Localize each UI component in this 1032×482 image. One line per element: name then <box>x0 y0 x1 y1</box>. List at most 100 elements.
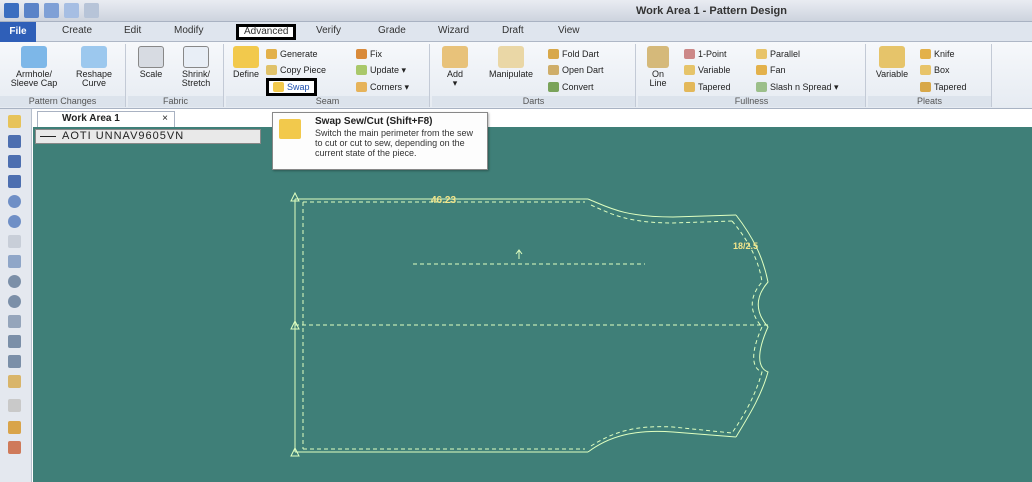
marker-icon[interactable] <box>8 421 21 434</box>
print-icon[interactable] <box>84 3 99 18</box>
pleats-variable-button[interactable]: Variable <box>872 46 912 79</box>
tab-modify[interactable]: Modify <box>174 25 203 36</box>
generate-label: Generate <box>280 49 318 59</box>
group-pattern-changes: Armhole/ Sleeve Cap Reshape Curve Patter… <box>0 44 126 107</box>
slash-spread-icon <box>756 82 767 92</box>
fan-button[interactable]: Fan <box>756 64 786 76</box>
save-icon[interactable] <box>24 3 39 18</box>
fullness-variable-button[interactable]: Variable <box>684 64 730 76</box>
open-dart-button[interactable]: Open Dart <box>548 64 604 76</box>
manipulate-button[interactable]: Manipulate <box>478 46 544 79</box>
app-icon[interactable] <box>4 3 19 18</box>
open-dart-icon <box>548 65 559 75</box>
armhole-sleeve-cap-button[interactable]: Armhole/ Sleeve Cap <box>6 46 62 88</box>
copy-piece-button[interactable]: Copy Piece <box>266 64 326 76</box>
zoom-all-icon[interactable] <box>8 355 21 368</box>
box-button[interactable]: Box <box>920 64 950 76</box>
pleats-tapered-button[interactable]: Tapered <box>920 81 967 93</box>
piece-icon[interactable] <box>8 375 21 388</box>
parallel-button[interactable]: Parallel <box>756 48 800 60</box>
fold-dart-button[interactable]: Fold Dart <box>548 48 599 60</box>
reshape-curve-button[interactable]: Reshape Curve <box>66 46 122 88</box>
update-icon <box>356 65 367 75</box>
work-area-tab[interactable]: Work Area 1 × <box>37 111 175 127</box>
knife-label: Knife <box>934 49 955 59</box>
redo-icon[interactable] <box>8 215 21 228</box>
close-icon[interactable]: × <box>162 112 168 126</box>
knife-button[interactable]: Knife <box>920 48 955 60</box>
width-measure-label: 46.23 <box>431 195 456 206</box>
title-bar: Work Area 1 - Pattern Design <box>0 0 1032 22</box>
zoom-in-icon[interactable] <box>8 275 21 288</box>
convert-button[interactable]: Convert <box>548 81 594 93</box>
zoom-window-icon[interactable] <box>8 315 21 328</box>
box-icon <box>920 65 931 75</box>
group-label: Darts <box>432 96 635 107</box>
on-line-label: On Line <box>649 69 667 88</box>
define-button[interactable]: Define <box>230 46 262 79</box>
open-icon[interactable] <box>8 115 21 128</box>
one-point-label: 1-Point <box>698 49 727 59</box>
tab-wizard[interactable]: Wizard <box>438 25 469 36</box>
print-icon[interactable] <box>8 235 21 248</box>
undo-icon[interactable] <box>8 195 21 208</box>
ribbon-tab-row: File Create Edit Modify Advanced Verify … <box>0 22 1032 42</box>
work-area-tab-label: Work Area 1 <box>62 113 120 124</box>
redo-icon[interactable] <box>64 3 79 18</box>
save-all-icon[interactable] <box>8 175 21 188</box>
add-dart-label: Add ▾ <box>446 69 463 88</box>
zoom-out-icon[interactable] <box>8 295 21 308</box>
tab-view[interactable]: View <box>558 25 580 36</box>
grid-icon[interactable] <box>8 399 21 412</box>
generate-button[interactable]: Generate <box>266 48 318 60</box>
undo-icon[interactable] <box>44 3 59 18</box>
save-as-icon[interactable] <box>8 155 21 168</box>
tab-create[interactable]: Create <box>62 25 92 36</box>
tooltip-body: Switch the main perimeter from the sew t… <box>315 128 474 158</box>
corners-label: Corners ▾ <box>370 81 410 92</box>
one-point-button[interactable]: 1-Point <box>684 48 727 60</box>
quick-access-toolbar <box>4 3 99 18</box>
tab-file[interactable]: File <box>0 22 36 42</box>
tab-verify[interactable]: Verify <box>316 25 341 36</box>
add-dart-button[interactable]: Add ▾ <box>438 46 472 88</box>
swap-button[interactable]: Swap <box>266 78 317 96</box>
corners-button[interactable]: Corners ▾ <box>356 81 409 93</box>
side-measure-label: 18/2.5 <box>733 241 758 251</box>
scale-button[interactable]: Scale <box>132 46 170 79</box>
armhole-icon <box>21 46 47 68</box>
fullness-tapered-button[interactable]: Tapered <box>684 81 731 93</box>
fix-button[interactable]: Fix <box>356 48 382 60</box>
fix-label: Fix <box>370 49 382 59</box>
pattern-drawing: 46.23 18/2.5 <box>290 191 769 457</box>
on-line-button[interactable]: On Line <box>644 46 672 88</box>
swap-icon <box>273 82 284 92</box>
tab-grade[interactable]: Grade <box>378 25 406 36</box>
tab-draft[interactable]: Draft <box>502 25 524 36</box>
pattern-bottom-curve <box>587 430 737 453</box>
shrink-stretch-button[interactable]: Shrink/ Stretch <box>172 46 220 88</box>
delete-icon[interactable] <box>8 441 21 454</box>
plot-icon[interactable] <box>8 255 21 268</box>
tab-advanced[interactable]: Advanced <box>236 24 297 40</box>
reshape-label: Reshape Curve <box>75 69 113 88</box>
save-icon[interactable] <box>8 135 21 148</box>
zoom-fit-icon[interactable] <box>8 335 21 348</box>
group-label: Fullness <box>638 96 865 107</box>
pattern-neck-curve <box>587 198 737 218</box>
on-line-icon <box>647 46 669 68</box>
work-area-canvas[interactable]: AOTI UNNAV9605VN 46.23 18/2.5 <box>33 127 1032 482</box>
slash-spread-button[interactable]: Slash n Spread ▾ <box>756 81 839 93</box>
convert-label: Convert <box>562 82 594 92</box>
tab-edit[interactable]: Edit <box>124 25 141 36</box>
group-darts: Add ▾ Manipulate Fold Dart Open Dart Con… <box>432 44 636 107</box>
group-label: Pleats <box>868 96 991 107</box>
group-fullness: On Line 1-Point Variable Tapered Paralle… <box>638 44 866 107</box>
fix-icon <box>356 49 367 59</box>
fan-icon <box>756 65 767 75</box>
group-pleats: Variable Knife Box Tapered Pleats <box>868 44 992 107</box>
shrink-icon <box>183 46 209 68</box>
update-button[interactable]: Update ▾ <box>356 64 406 76</box>
pleats-tapered-icon <box>920 82 931 92</box>
shrink-label: Shrink/ Stretch <box>181 69 211 88</box>
